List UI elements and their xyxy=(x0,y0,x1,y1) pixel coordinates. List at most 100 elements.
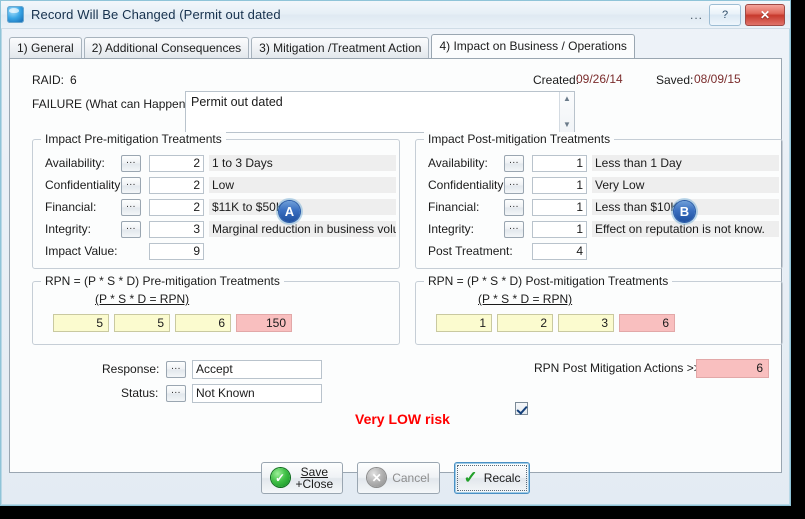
pre-confidentiality-description: Low xyxy=(209,177,396,193)
pre-financial-label: Financial: xyxy=(45,200,96,214)
post-confidentiality-description: Very Low xyxy=(592,177,779,193)
failure-text: Permit out dated xyxy=(186,92,574,112)
response-ellipsis-button[interactable]: ... xyxy=(166,361,186,378)
saved-label: Saved: xyxy=(656,73,693,87)
raid-label: RAID: xyxy=(32,73,64,87)
pre-confidentiality-ellipsis-button[interactable]: ... xyxy=(121,177,141,194)
scroll-up-icon[interactable]: ▲ xyxy=(563,92,571,106)
tab-impact-on-business-operations[interactable]: 4) Impact on Business / Operations xyxy=(431,34,634,58)
pre-integrity-description: Marginal reduction in business volume is… xyxy=(209,221,396,237)
failure-scrollbar[interactable]: ▲ ▼ xyxy=(559,92,574,132)
post-confidentiality-ellipsis-button[interactable]: ... xyxy=(504,177,524,194)
post-availability-value[interactable]: 1 xyxy=(532,155,587,172)
rpn-pre-total: 150 xyxy=(236,314,292,332)
tab-general[interactable]: 1) General xyxy=(9,37,82,58)
checkmark-green-icon: ✓ xyxy=(464,469,478,486)
response-label: Response: xyxy=(102,362,159,376)
pre-availability-value[interactable]: 2 xyxy=(149,155,204,172)
impact-value-label: Impact Value: xyxy=(45,244,117,258)
pre-integrity-ellipsis-button[interactable]: ... xyxy=(121,221,141,238)
pre-availability-label: Availability: xyxy=(45,156,105,170)
x-circle-grey-icon: ✕ xyxy=(367,468,386,487)
post-financial-value[interactable]: 1 xyxy=(532,199,587,216)
risk-level-text: Very LOW risk xyxy=(355,411,450,427)
pre-financial-ellipsis-button[interactable]: ... xyxy=(121,199,141,216)
pre-mitigation-group: Impact Pre-mitigation Treatments Availab… xyxy=(32,139,400,269)
post-availability-label: Availability: xyxy=(428,156,488,170)
post-availability-ellipsis-button[interactable]: ... xyxy=(504,155,524,172)
tab-mitigation-treatment-action[interactable]: 3) Mitigation /Treatment Action xyxy=(251,37,429,58)
help-button[interactable]: ? xyxy=(709,4,741,26)
window-title: Record Will Be Changed (Permit out dated xyxy=(31,7,281,22)
globe-icon xyxy=(7,6,24,23)
rpn-post-mitigation-label: RPN Post Mitigation Actions >>> xyxy=(534,361,708,375)
marker-b: B xyxy=(671,198,698,225)
marker-b-letter: B xyxy=(674,201,695,222)
response-value[interactable]: Accept xyxy=(192,360,322,379)
rpn-post-formula: (P * S * D = RPN) xyxy=(478,292,572,306)
post-treatment-label: Post Treatment: xyxy=(428,244,513,258)
rpn-post-d: 3 xyxy=(558,314,614,332)
pre-integrity-label: Integrity: xyxy=(45,222,91,236)
status-label: Status: xyxy=(121,386,158,400)
post-treatment-field[interactable]: 4 xyxy=(532,243,587,260)
pre-availability-description: 1 to 3 Days xyxy=(209,155,396,171)
rpn-post-group: RPN = (P * S * D) Post-mitigation Treatm… xyxy=(415,281,783,345)
save-label-line2: +Close xyxy=(296,477,334,491)
recalc-label: Recalc xyxy=(484,471,521,485)
dialog-footer: ✓ Save +Close ✕ Cancel ✓ Recalc xyxy=(1,450,790,505)
close-button[interactable]: ✕ xyxy=(745,4,785,26)
scroll-down-icon[interactable]: ▼ xyxy=(563,118,571,132)
created-label: Created: xyxy=(533,73,579,87)
post-availability-description: Less than 1 Day xyxy=(592,155,779,171)
created-value: 09/26/14 xyxy=(576,72,623,86)
post-integrity-ellipsis-button[interactable]: ... xyxy=(504,221,524,238)
rpn-pre-formula: (P * S * D = RPN) xyxy=(95,292,189,306)
impact-value-field[interactable]: 9 xyxy=(149,243,204,260)
post-integrity-label: Integrity: xyxy=(428,222,474,236)
post-financial-label: Financial: xyxy=(428,200,479,214)
post-confidentiality-label: Confidentiality: xyxy=(428,178,507,192)
raid-value: 6 xyxy=(70,73,77,87)
tab-strip: 1) General 2) Additional Consequences 3)… xyxy=(9,35,782,58)
failure-textarea[interactable]: Permit out dated ▲ ▼ xyxy=(185,91,575,133)
pre-confidentiality-value[interactable]: 2 xyxy=(149,177,204,194)
post-financial-ellipsis-button[interactable]: ... xyxy=(504,199,524,216)
rpn-post-p: 1 xyxy=(436,314,492,332)
tab-additional-consequences[interactable]: 2) Additional Consequences xyxy=(84,37,249,58)
window-shadow-bottom xyxy=(0,504,789,519)
title-bar-buttons: ... ? ✕ xyxy=(690,4,785,26)
rpn-pre-group: RPN = (P * S * D) Pre-mitigation Treatme… xyxy=(32,281,400,345)
window-shadow-right xyxy=(789,6,805,519)
post-confidentiality-value[interactable]: 1 xyxy=(532,177,587,194)
rpn-post-total: 6 xyxy=(619,314,675,332)
pre-availability-ellipsis-button[interactable]: ... xyxy=(121,155,141,172)
rpn-post-title: RPN = (P * S * D) Post-mitigation Treatm… xyxy=(424,274,672,288)
pre-financial-value[interactable]: 2 xyxy=(149,199,204,216)
rpn-post-s: 2 xyxy=(497,314,553,332)
rpn-post-mitigation-checkbox[interactable] xyxy=(515,402,528,415)
title-bar: Record Will Be Changed (Permit out dated… xyxy=(1,1,790,29)
marker-a: A xyxy=(276,198,303,225)
status-value[interactable]: Not Known xyxy=(192,384,322,403)
saved-value: 08/09/15 xyxy=(694,72,741,86)
pre-mitigation-title: Impact Pre-mitigation Treatments xyxy=(41,132,226,146)
marker-a-letter: A xyxy=(279,201,300,222)
status-ellipsis-button[interactable]: ... xyxy=(166,385,186,402)
cancel-button[interactable]: ✕ Cancel xyxy=(357,462,439,494)
pre-confidentiality-label: Confidentiality: xyxy=(45,178,124,192)
rpn-pre-d: 6 xyxy=(175,314,231,332)
dialog-window: Record Will Be Changed (Permit out dated… xyxy=(0,0,791,506)
more-options-button[interactable]: ... xyxy=(690,5,705,25)
cancel-label: Cancel xyxy=(392,471,429,485)
save-close-button[interactable]: ✓ Save +Close xyxy=(261,462,344,494)
post-mitigation-title: Impact Post-mitigation Treatments xyxy=(424,132,614,146)
rpn-pre-s: 5 xyxy=(114,314,170,332)
post-integrity-value[interactable]: 1 xyxy=(532,221,587,238)
check-circle-green-icon: ✓ xyxy=(271,468,290,487)
save-close-label: Save +Close xyxy=(296,466,334,490)
rpn-pre-title: RPN = (P * S * D) Pre-mitigation Treatme… xyxy=(41,274,284,288)
recalc-button[interactable]: ✓ Recalc xyxy=(454,462,531,494)
pre-integrity-value[interactable]: 3 xyxy=(149,221,204,238)
post-mitigation-group: Impact Post-mitigation Treatments Availa… xyxy=(415,139,783,269)
